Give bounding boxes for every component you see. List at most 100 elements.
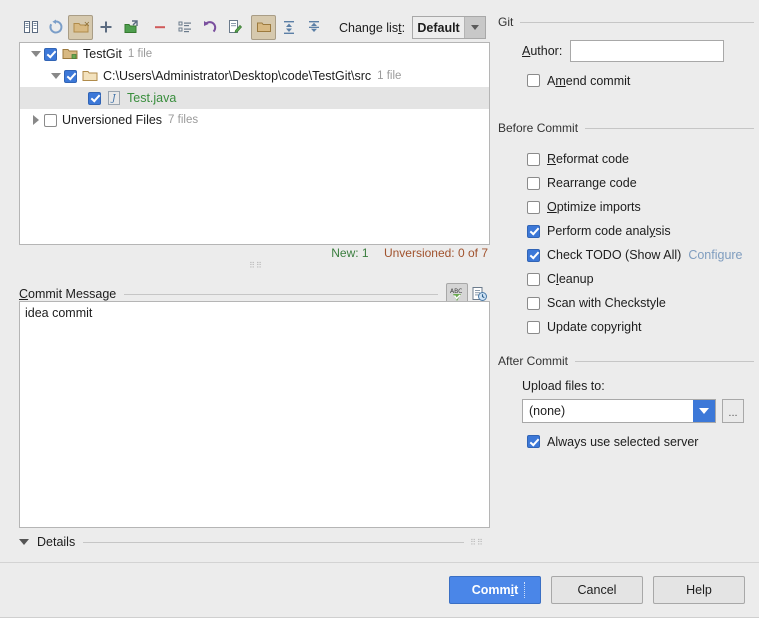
scan-checkstyle-checkbox[interactable] — [527, 296, 540, 310]
perform-code-analysis-checkbox[interactable] — [527, 224, 540, 238]
amend-commit-row[interactable]: Amend commit — [498, 70, 754, 91]
amend-commit-checkbox[interactable] — [527, 74, 540, 87]
status-new-count: New: 1 — [331, 246, 369, 260]
check-todo-checkbox[interactable] — [527, 248, 540, 262]
edit-source-icon[interactable] — [222, 15, 247, 40]
tree-node-count: 1 file — [377, 70, 402, 82]
show-diff-icon[interactable] — [18, 15, 43, 40]
before-commit-group: Before Commit Reformat code Rearrange co… — [498, 120, 754, 339]
tree-expander-icon[interactable] — [28, 112, 44, 128]
reformat-code-checkbox[interactable] — [527, 152, 540, 166]
after-commit-group: After Commit Upload files to: (none) ...… — [498, 353, 754, 452]
refresh-icon[interactable] — [43, 15, 68, 40]
changes-toolbar: × — [18, 13, 326, 41]
scan-checkstyle-row[interactable]: Scan with Checkstyle — [527, 291, 754, 315]
tree-node-count: 1 file — [127, 48, 153, 60]
add-icon[interactable] — [93, 15, 118, 40]
cleanup-row[interactable]: Cleanup — [527, 267, 754, 291]
chevron-down-icon[interactable] — [693, 400, 715, 422]
divider — [0, 562, 759, 563]
remove-icon[interactable] — [147, 15, 172, 40]
changelist-combo[interactable]: Default — [412, 16, 487, 39]
row-checkbox[interactable] — [64, 69, 77, 83]
tree-node-label: C:\Users\Administrator\Desktop\code\Test… — [103, 69, 372, 83]
move-to-changelist-icon[interactable] — [118, 15, 143, 40]
expand-all-icon[interactable] — [276, 15, 301, 40]
amend-commit-label: Amend commit — [547, 73, 631, 88]
resize-grip-icon[interactable]: ⠿⠿ — [464, 538, 490, 547]
tree-node-label: Test.java — [127, 91, 177, 105]
upload-target-combo[interactable]: (none) — [522, 399, 716, 423]
reformat-code-row[interactable]: Reformat code — [527, 147, 754, 171]
perform-code-analysis-label: Perform code analysis — [547, 224, 671, 238]
changelist-combo-value: Default — [413, 17, 465, 38]
left-panel: × Change list: Default TestGit 1 file C:… — [0, 0, 494, 562]
chevron-down-icon[interactable] — [19, 539, 29, 545]
optimize-imports-row[interactable]: Optimize imports — [527, 195, 754, 219]
details-label: Details — [37, 535, 76, 549]
commit-message-input[interactable]: idea commit — [19, 301, 490, 528]
perform-code-analysis-row[interactable]: Perform code analysis — [527, 219, 754, 243]
changelist-label: Change list: — [339, 20, 406, 35]
always-use-server-checkbox[interactable] — [527, 435, 540, 448]
row-checkbox[interactable] — [44, 47, 57, 61]
status-unversioned-count: Unversioned: 0 of 7 — [383, 246, 488, 260]
check-todo-row[interactable]: Check TODO (Show All) Configure — [527, 243, 754, 267]
rearrange-code-checkbox[interactable] — [527, 176, 540, 190]
table-row[interactable]: TestGit 1 file — [20, 43, 489, 65]
help-button[interactable]: Help — [653, 576, 745, 604]
table-row[interactable]: J Test.java — [20, 87, 489, 109]
upload-files-label: Upload files to: — [522, 379, 605, 393]
cleanup-checkbox[interactable] — [527, 272, 540, 286]
dialog-buttons: Commit Cancel Help — [449, 576, 745, 604]
right-panel: Git Author: Amend commit Before Commit R… — [494, 0, 759, 562]
browse-servers-button[interactable]: ... — [722, 399, 744, 423]
changes-tree[interactable]: TestGit 1 file C:\Users\Administrator\De… — [19, 42, 490, 245]
optimize-imports-label: Optimize imports — [547, 200, 641, 214]
tree-node-label: Unversioned Files — [62, 113, 163, 127]
row-checkbox[interactable] — [88, 91, 101, 105]
vertical-splitter-handle[interactable]: ⠿⠿ — [243, 262, 269, 270]
commit-message-label: Commit Message — [19, 287, 117, 301]
rearrange-code-row[interactable]: Rearrange code — [527, 171, 754, 195]
divider — [585, 127, 754, 129]
table-row[interactable]: C:\Users\Administrator\Desktop\code\Test… — [20, 65, 489, 87]
configure-todo-link[interactable]: Configure — [688, 248, 742, 262]
group-by-directory-icon[interactable] — [251, 14, 276, 40]
delete-changelist-icon[interactable]: × — [68, 14, 93, 40]
commit-changes-dialog: × Change list: Default TestGit 1 file C:… — [0, 0, 759, 618]
details-section-toggle[interactable]: Details ⠿⠿ — [19, 533, 490, 551]
tree-expander-icon[interactable] — [28, 46, 44, 62]
commit-button-label: Commit — [471, 583, 519, 597]
always-use-server-row[interactable]: Always use selected server — [522, 431, 754, 452]
chevron-down-icon[interactable] — [464, 17, 486, 38]
divider — [575, 360, 754, 362]
after-commit-group-title: After Commit — [498, 354, 569, 368]
svg-text:×: × — [83, 20, 89, 29]
author-field[interactable] — [570, 40, 725, 62]
divider — [520, 21, 754, 23]
update-copyright-checkbox[interactable] — [527, 320, 540, 334]
cancel-button[interactable]: Cancel — [551, 576, 643, 604]
collapse-all-icon[interactable] — [301, 15, 326, 40]
revert-icon[interactable] — [197, 15, 222, 40]
tree-expander-icon[interactable] — [48, 68, 64, 84]
commit-button[interactable]: Commit — [449, 576, 541, 604]
commit-split-separator[interactable] — [524, 582, 526, 598]
changelist-selector: Change list: Default — [339, 16, 487, 39]
row-checkbox[interactable] — [44, 113, 57, 127]
always-use-server-label: Always use selected server — [547, 434, 699, 449]
update-copyright-row[interactable]: Update copyright — [527, 315, 754, 339]
git-group: Git Author: Amend commit — [498, 14, 754, 91]
update-copyright-label: Update copyright — [547, 320, 642, 334]
author-row: Author: — [498, 40, 754, 62]
upload-target-value: (none) — [523, 400, 693, 422]
module-folder-icon — [62, 46, 78, 62]
list-icon[interactable] — [172, 15, 197, 40]
folder-icon — [82, 68, 98, 84]
git-group-header: Git — [498, 14, 754, 30]
table-row[interactable]: Unversioned Files 7 files — [20, 109, 489, 131]
upload-target-row: (none) ... — [522, 399, 754, 423]
optimize-imports-checkbox[interactable] — [527, 200, 540, 214]
before-commit-group-header: Before Commit — [498, 120, 754, 136]
